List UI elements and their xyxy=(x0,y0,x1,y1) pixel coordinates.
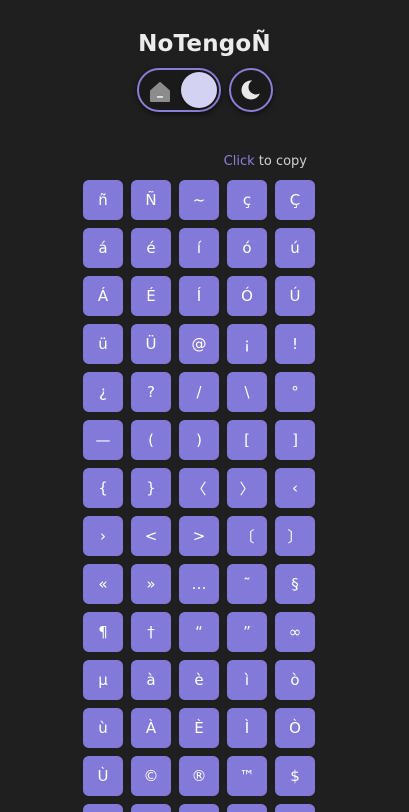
char-key[interactable]: É xyxy=(131,276,171,316)
char-key[interactable]: ] xyxy=(275,420,315,460)
char-key[interactable]: Ú xyxy=(275,276,315,316)
char-key[interactable]: 〕 xyxy=(275,516,315,556)
char-key[interactable]: à xyxy=(131,660,171,700)
char-key[interactable]: § xyxy=(275,564,315,604)
char-key[interactable]: { xyxy=(83,468,123,508)
char-key[interactable]: † xyxy=(131,612,171,652)
char-key[interactable]: ‹ xyxy=(275,468,315,508)
char-key[interactable]: ü xyxy=(83,324,123,364)
char-key[interactable]: » xyxy=(131,564,171,604)
copy-hint-text: to copy xyxy=(254,154,307,169)
char-key[interactable] xyxy=(275,804,315,812)
char-key[interactable]: á xyxy=(83,228,123,268)
char-key[interactable]: À xyxy=(131,708,171,748)
char-key[interactable]: ú xyxy=(275,228,315,268)
home-icon xyxy=(149,80,171,102)
char-key[interactable]: ! xyxy=(275,324,315,364)
dark-mode-button[interactable] xyxy=(229,68,273,112)
char-key[interactable] xyxy=(227,804,267,812)
char-key[interactable]: é xyxy=(131,228,171,268)
toggle-knob[interactable] xyxy=(181,72,217,108)
char-key[interactable]: ™ xyxy=(227,756,267,796)
char-key[interactable] xyxy=(179,804,219,812)
char-key[interactable]: › xyxy=(83,516,123,556)
char-key[interactable]: Ü xyxy=(131,324,171,364)
char-key[interactable]: ? xyxy=(131,372,171,412)
char-key[interactable]: Í xyxy=(179,276,219,316)
char-key[interactable]: ” xyxy=(227,612,267,652)
char-key[interactable] xyxy=(131,804,171,812)
char-key[interactable]: Ò xyxy=(275,708,315,748)
char-key[interactable]: ® xyxy=(179,756,219,796)
char-key[interactable]: Ì xyxy=(227,708,267,748)
char-key[interactable]: ¡ xyxy=(227,324,267,364)
char-key[interactable]: è xyxy=(179,660,219,700)
char-key[interactable]: $ xyxy=(275,756,315,796)
char-key[interactable]: ò xyxy=(275,660,315,700)
char-key[interactable]: ) xyxy=(179,420,219,460)
char-key[interactable] xyxy=(83,804,123,812)
character-grid: ñ Ñ ~ ç Çá é í ó ú Á É Í Ó Úü Ü @ ¡! ¿? / \ ° —()[] {} 〈〉 ‹ › < > 〔〕… xyxy=(83,180,315,812)
char-key[interactable]: È xyxy=(179,708,219,748)
char-key[interactable]: Ó xyxy=(227,276,267,316)
char-key[interactable]: µ xyxy=(83,660,123,700)
char-key[interactable]: Ç xyxy=(275,180,315,220)
char-key[interactable]: ∞ xyxy=(275,612,315,652)
moon-icon xyxy=(241,79,262,100)
char-key[interactable]: “ xyxy=(179,612,219,652)
char-key[interactable]: \ xyxy=(227,372,267,412)
theme-toggle[interactable] xyxy=(137,68,221,112)
char-key[interactable]: « xyxy=(83,564,123,604)
char-key[interactable]: ˜ xyxy=(227,564,267,604)
char-key[interactable]: ó xyxy=(227,228,267,268)
char-key[interactable]: … xyxy=(179,564,219,604)
char-key[interactable]: 〔 xyxy=(227,516,267,556)
char-key[interactable]: ( xyxy=(131,420,171,460)
char-key[interactable]: < xyxy=(131,516,171,556)
char-key[interactable]: [ xyxy=(227,420,267,460)
char-key[interactable]: 〉 xyxy=(227,468,267,508)
char-key[interactable]: ñ xyxy=(83,180,123,220)
char-key[interactable]: Ù xyxy=(83,756,123,796)
copy-hint: Click to copy xyxy=(224,152,307,172)
char-key[interactable]: ¿ xyxy=(83,372,123,412)
page: NoTengoÑ Click to copy ñ Ñ ~ ç Çá é í ó ú Á É Í Ó Úü Ü… xyxy=(0,0,409,812)
char-key[interactable]: Ñ xyxy=(131,180,171,220)
char-key[interactable]: } xyxy=(131,468,171,508)
char-key[interactable]: ~ xyxy=(179,180,219,220)
char-key[interactable]: @ xyxy=(179,324,219,364)
char-key[interactable]: ç xyxy=(227,180,267,220)
char-key[interactable]: Á xyxy=(83,276,123,316)
char-key[interactable]: 〈 xyxy=(179,468,219,508)
char-key[interactable]: í xyxy=(179,228,219,268)
copy-hint-action: Click xyxy=(223,154,255,169)
char-key[interactable]: > xyxy=(179,516,219,556)
char-key[interactable]: ¶ xyxy=(83,612,123,652)
char-key[interactable]: © xyxy=(131,756,171,796)
app-title: NoTengoÑ xyxy=(138,31,271,57)
char-key[interactable]: ì xyxy=(227,660,267,700)
char-key[interactable]: / xyxy=(179,372,219,412)
char-key[interactable]: ù xyxy=(83,708,123,748)
char-key[interactable]: ° xyxy=(275,372,315,412)
char-key[interactable]: — xyxy=(83,420,123,460)
